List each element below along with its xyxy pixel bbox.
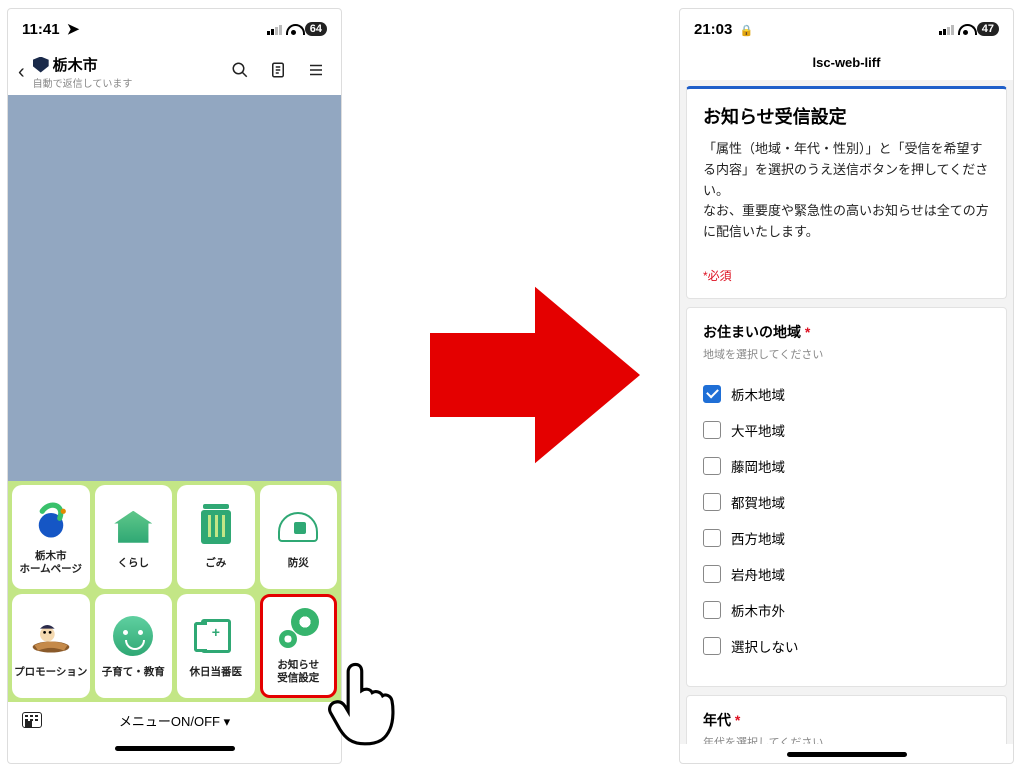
battery-level: 64: [305, 22, 327, 36]
page-description: 「属性（地域・年代・性別）」と「受信を希望する内容」を選択のうえ送信ボタンを押し…: [703, 139, 990, 243]
menu-icon[interactable]: [301, 61, 331, 84]
region-option-label: 都賀地域: [731, 492, 785, 512]
tile-promotion[interactable]: プロモーション: [12, 594, 90, 698]
chat-title[interactable]: 栃木市: [33, 54, 133, 75]
page-title: お知らせ受信設定: [703, 103, 990, 129]
status-right: 47: [939, 22, 999, 36]
card-intro: お知らせ受信設定 「属性（地域・年代・性別）」と「受信を希望する内容」を選択のう…: [686, 86, 1007, 299]
region-option[interactable]: 都賀地域: [703, 492, 990, 512]
region-option[interactable]: 大平地域: [703, 420, 990, 440]
search-icon[interactable]: [225, 61, 255, 84]
tile-label: 休日当番医: [190, 666, 243, 679]
region-option-label: 栃木市外: [731, 600, 785, 620]
region-section-title: お住まいの地域 *: [703, 322, 990, 342]
webview-title: lsc-web-liff: [680, 49, 1013, 80]
shield-icon: [33, 57, 49, 73]
signal-icon: [939, 24, 954, 35]
region-option[interactable]: 栃木地域: [703, 384, 990, 404]
phone-left-line-app: 11:41 ➤ 64 ‹ 栃木市 自動で返信しています 栃木: [7, 8, 342, 764]
checkbox-icon[interactable]: [703, 493, 721, 511]
tile-label: プロモーション: [14, 666, 87, 679]
checkbox-icon[interactable]: [703, 601, 721, 619]
tile-label: 子育て・教育: [102, 666, 165, 679]
wifi-icon: [958, 24, 973, 35]
region-option-label: 藤岡地域: [731, 456, 785, 476]
checkbox-icon[interactable]: [703, 421, 721, 439]
region-option-label: 栃木地域: [731, 384, 785, 404]
status-right: 64: [267, 22, 327, 36]
status-bar: 21:03 🔒 47: [680, 9, 1013, 49]
status-time: 11:41 ➤: [22, 20, 79, 38]
region-option[interactable]: 選択しない: [703, 636, 990, 656]
notes-icon[interactable]: [263, 61, 293, 84]
checkbox-icon[interactable]: [703, 565, 721, 583]
signal-icon: [267, 24, 282, 35]
region-option-label: 西方地域: [731, 528, 785, 548]
card-region: お住まいの地域 * 地域を選択してください 栃木地域大平地域藤岡地域都賀地域西方…: [686, 307, 1007, 687]
phone-right-liff-app: 21:03 🔒 47 lsc-web-liff お知らせ受信設定 「属性（地域・…: [679, 8, 1014, 764]
region-option[interactable]: 岩舟地域: [703, 564, 990, 584]
transition-arrow-icon: [430, 270, 640, 480]
tile-kosodate[interactable]: 子育て・教育: [95, 594, 173, 698]
tile-kurashi[interactable]: くらし: [95, 485, 173, 589]
menu-toggle-bar[interactable]: メニューON/OFF ▾: [8, 702, 341, 738]
keyboard-icon[interactable]: [22, 712, 42, 728]
region-option[interactable]: 栃木市外: [703, 600, 990, 620]
tile-label: お知らせ受信設定: [277, 659, 319, 684]
tile-label: 防災: [288, 557, 309, 570]
region-option-label: 大平地域: [731, 420, 785, 440]
region-option-label: 選択しない: [731, 636, 799, 656]
location-icon: ➤: [67, 21, 80, 38]
required-indicator: *必須: [703, 267, 990, 284]
checkbox-icon[interactable]: [703, 385, 721, 403]
rich-menu: 栃木市ホームページ くらし ごみ 防災プロモーション 子育て・教育 休日当番医 お知らせ受信…: [8, 481, 341, 702]
chat-background[interactable]: [8, 95, 341, 481]
card-age: 年代 * 年代を選択してください 年代 20～29歳: [686, 695, 1007, 744]
age-section-title: 年代 *: [703, 710, 990, 730]
tile-touban[interactable]: 休日当番医: [177, 594, 255, 698]
region-option[interactable]: 藤岡地域: [703, 456, 990, 476]
home-indicator: [680, 744, 1013, 764]
status-bar: 11:41 ➤ 64: [8, 9, 341, 49]
region-section-subtitle: 地域を選択してください: [703, 346, 990, 362]
tap-pointer-icon: [326, 654, 410, 748]
tile-gomi[interactable]: ごみ: [177, 485, 255, 589]
checkbox-icon[interactable]: [703, 637, 721, 655]
wifi-icon: [286, 24, 301, 35]
region-option-label: 岩舟地域: [731, 564, 785, 584]
region-option[interactable]: 西方地域: [703, 528, 990, 548]
tile-bousai[interactable]: 防災: [260, 485, 338, 589]
status-time: 21:03 🔒: [694, 21, 753, 38]
chat-header: ‹ 栃木市 自動で返信しています: [8, 49, 341, 95]
tile-label: くらし: [118, 557, 150, 570]
back-icon[interactable]: ‹: [18, 61, 25, 84]
battery-level: 47: [977, 22, 999, 36]
tile-label: ごみ: [205, 557, 226, 570]
form-body[interactable]: お知らせ受信設定 「属性（地域・年代・性別）」と「受信を希望する内容」を選択のう…: [680, 80, 1013, 744]
checkbox-icon[interactable]: [703, 529, 721, 547]
checkbox-icon[interactable]: [703, 457, 721, 475]
home-indicator: [8, 738, 341, 764]
menu-toggle-label[interactable]: メニューON/OFF ▾: [119, 711, 230, 730]
tile-label: 栃木市ホームページ: [20, 550, 82, 575]
age-section-subtitle: 年代を選択してください: [703, 734, 990, 744]
chat-subtitle: 自動で返信しています: [33, 75, 133, 90]
lock-icon: 🔒: [740, 25, 754, 37]
tile-homepage[interactable]: 栃木市ホームページ: [12, 485, 90, 589]
